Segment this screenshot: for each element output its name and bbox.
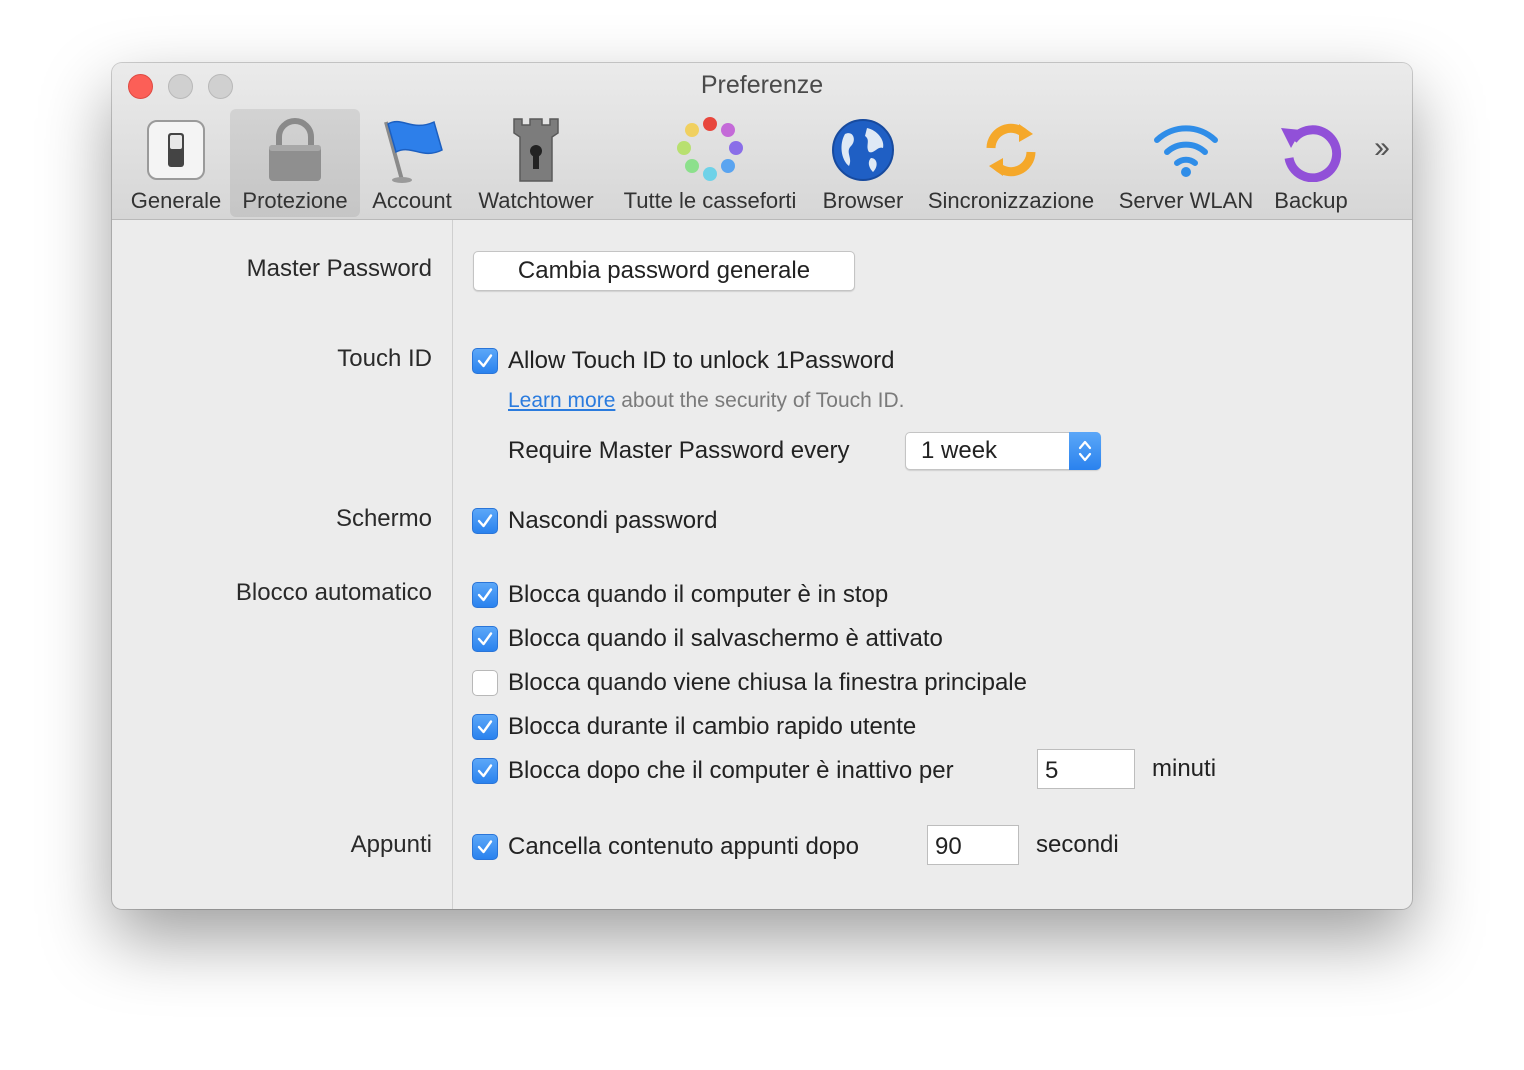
tab-sincronizzazione[interactable]: Sincronizzazione — [918, 109, 1104, 217]
appunti-label: Appunti — [350, 831, 432, 858]
lock-on-screensaver-text: Blocca quando il salvaschermo è attivato — [508, 625, 943, 652]
lock-icon — [265, 115, 325, 185]
require-interval-select[interactable]: 1 week — [905, 432, 1101, 470]
lock-on-close-window-checkbox[interactable] — [472, 670, 498, 696]
checkmark-icon — [477, 764, 493, 778]
window-title: Preferenze — [700, 71, 824, 99]
checkmark-icon — [477, 632, 493, 646]
lock-on-screensaver-row[interactable]: Blocca quando il salvaschermo è attivato — [472, 624, 943, 654]
clipboard-seconds-unit: secondi — [1036, 831, 1119, 858]
master-password-label: Master Password — [246, 255, 432, 282]
touch-id-label: Touch ID — [337, 345, 432, 372]
lock-on-sleep-text: Blocca quando il computer è in stop — [508, 581, 889, 608]
idle-minutes-input[interactable]: 5 — [1037, 749, 1135, 789]
idle-minutes-unit: minuti — [1152, 755, 1217, 782]
clipboard-seconds-input[interactable]: 90 — [927, 825, 1019, 865]
schermo-label: Schermo — [335, 505, 432, 532]
updown-arrows-icon — [1069, 432, 1101, 470]
clear-clipboard-row[interactable]: Cancella contenuto appunti dopo — [472, 832, 859, 862]
clear-clipboard-checkbox[interactable] — [472, 834, 498, 860]
tab-backup[interactable]: Backup — [1266, 109, 1356, 217]
tower-icon — [508, 115, 564, 185]
checkmark-icon — [477, 354, 493, 368]
label-column-divider — [452, 220, 453, 909]
lock-on-idle-row[interactable]: Blocca dopo che il computer è inattivo p… — [472, 756, 954, 786]
checkmark-icon — [477, 514, 493, 528]
tab-generale[interactable]: Generale — [124, 109, 228, 217]
wifi-icon — [1153, 115, 1219, 185]
preferences-window: Preferenze Generale Protezione Account W… — [112, 63, 1412, 909]
checkmark-icon — [477, 720, 493, 734]
chevron-double-right-icon[interactable]: ›› — [1374, 131, 1390, 165]
change-master-password-button[interactable]: Cambia password generale — [473, 251, 855, 291]
learn-more-rest: about the security of Touch ID. — [615, 389, 905, 412]
hide-password-row[interactable]: Nascondi password — [472, 506, 717, 536]
titlebar-toolbar: Preferenze Generale Protezione Account W… — [112, 63, 1412, 220]
vaults-icon — [676, 115, 744, 185]
tab-server-wlan[interactable]: Server WLAN — [1112, 109, 1260, 217]
hide-password-checkbox[interactable] — [472, 508, 498, 534]
lock-on-sleep-checkbox[interactable] — [472, 582, 498, 608]
lock-on-idle-text: Blocca dopo che il computer è inattivo p… — [508, 757, 954, 784]
learn-more-line: Learn more about the security of Touch I… — [508, 389, 905, 413]
tab-browser[interactable]: Browser — [814, 109, 912, 217]
sync-icon — [979, 115, 1043, 185]
lock-on-idle-checkbox[interactable] — [472, 758, 498, 784]
require-master-password-label: Require Master Password every — [508, 437, 850, 464]
flag-icon — [376, 115, 448, 185]
checkmark-icon — [477, 840, 493, 854]
switch-icon — [146, 115, 206, 185]
lock-on-close-window-row[interactable]: Blocca quando viene chiusa la finestra p… — [472, 668, 1027, 698]
lock-on-user-switch-text: Blocca durante il cambio rapido utente — [508, 713, 917, 740]
checkmark-icon — [477, 588, 493, 602]
allow-touch-id-text: Allow Touch ID to unlock 1Password — [508, 347, 895, 374]
allow-touch-id-checkbox[interactable] — [472, 348, 498, 374]
tab-tutte-le-casseforti[interactable]: Tutte le casseforti — [612, 109, 808, 217]
require-interval-value: 1 week — [921, 437, 998, 464]
blocco-automatico-label: Blocco automatico — [235, 579, 432, 606]
tab-watchtower[interactable]: Watchtower — [468, 109, 604, 217]
lock-on-sleep-row[interactable]: Blocca quando il computer è in stop — [472, 580, 888, 610]
tab-account[interactable]: Account — [362, 109, 462, 217]
lock-on-user-switch-checkbox[interactable] — [472, 714, 498, 740]
lock-on-user-switch-row[interactable]: Blocca durante il cambio rapido utente — [472, 712, 916, 742]
globe-icon — [831, 115, 895, 185]
lock-on-close-window-text: Blocca quando viene chiusa la finestra p… — [508, 669, 1027, 696]
clear-clipboard-text: Cancella contenuto appunti dopo — [508, 833, 859, 860]
learn-more-link[interactable]: Learn more — [508, 389, 615, 412]
lock-on-screensaver-checkbox[interactable] — [472, 626, 498, 652]
allow-touch-id-row[interactable]: Allow Touch ID to unlock 1Password — [472, 346, 894, 376]
backup-icon — [1279, 115, 1343, 185]
tab-protezione[interactable]: Protezione — [230, 109, 360, 217]
hide-password-text: Nascondi password — [508, 507, 718, 534]
